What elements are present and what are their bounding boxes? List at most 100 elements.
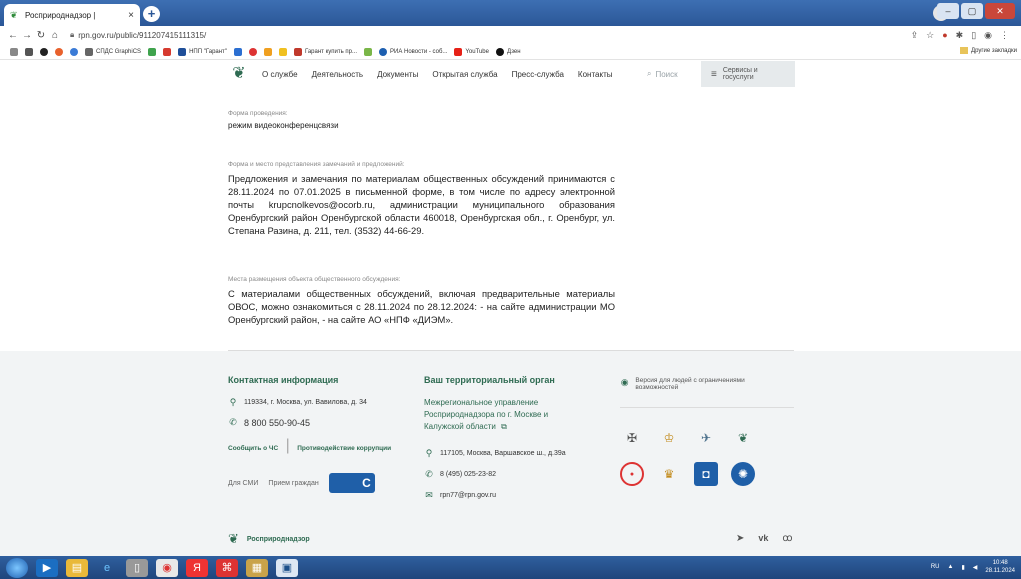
search-label: Поиск [655, 69, 678, 79]
bookmark-dzen[interactable]: Дзен [495, 47, 521, 56]
rpn-logo-icon[interactable]: ❦ [228, 64, 250, 84]
url-text: rpn.gov.ru/public/911207415111315/ [78, 30, 207, 40]
address-bar: ← → ↻ ⌂ 🔒︎ rpn.gov.ru/public/91120741511… [0, 26, 1021, 44]
odnoklassniki-icon[interactable]: ꚙ [782, 533, 792, 544]
menu-item-activity[interactable]: Деятельность [312, 70, 364, 79]
territorial-org-link[interactable]: Межрегиональное управление Росприроднадз… [424, 397, 574, 433]
chrome-icon[interactable]: ◉ [156, 558, 178, 577]
media-link[interactable]: Для СМИ [228, 480, 258, 487]
territorial-email[interactable]: ✉ rpn77@rpn.gov.ru [424, 490, 496, 501]
telegram-icon[interactable]: ➤ [736, 533, 744, 544]
minimize-icon[interactable]: – [937, 3, 959, 19]
menu-item-about[interactable]: О службе [262, 70, 298, 79]
yandex-icon[interactable]: Я [186, 558, 208, 577]
tab-close-icon[interactable]: × [128, 10, 134, 21]
media-player-icon[interactable]: ▶ [36, 558, 58, 577]
ie-browser-icon[interactable]: e [96, 559, 118, 577]
documents-icon[interactable]: ▦ [246, 558, 268, 577]
eco-emblem-icon[interactable]: ❦ [731, 426, 755, 450]
profile-icon[interactable]: ◉ [984, 30, 992, 41]
explorer-folder-icon[interactable]: ▤ [66, 558, 88, 577]
network-icon[interactable]: ▮ [961, 564, 964, 571]
search-button[interactable]: ⌕ Поиск [647, 69, 678, 79]
footer-brand[interactable]: ❦ Росприроднадзор [228, 531, 310, 547]
sidepanel-icon[interactable]: ▯ [971, 30, 976, 41]
bookmark-icon[interactable] [163, 47, 172, 56]
services-button[interactable]: ≡ Сервисы и госуслуги [701, 61, 795, 87]
accessibility-link[interactable]: ◉ Версия для людей с ограничениями возмо… [620, 377, 780, 391]
menu-item-documents[interactable]: Документы [377, 70, 418, 79]
volume-icon[interactable]: ◀ [973, 564, 978, 571]
services-label: Сервисы и госуслуги [722, 67, 758, 81]
section-materials: Места размещения объекта общественного о… [228, 276, 615, 326]
apps-icon[interactable] [10, 47, 18, 56]
bookmark-icon[interactable] [70, 47, 78, 56]
tray-arrow-icon[interactable]: ▲ [948, 564, 954, 570]
territorial-phone[interactable]: ✆ 8 (495) 025-23-82 [424, 469, 496, 480]
back-arrow-icon[interactable]: ← [6, 30, 20, 41]
system-tray: RU ▲ ▮ ◀ 10:48 28.11.2024 [931, 559, 1015, 575]
bookmark-icon[interactable] [55, 47, 63, 56]
anticorruption-link[interactable]: Противодействие коррупции [297, 445, 391, 452]
bookmark-icon[interactable] [233, 47, 242, 56]
windows-taskbar: ▶ ▤ e ▯ ◉ Я ⌘ ▦ ▣ RU ▲ ▮ ◀ 10:48 28.11.2… [0, 556, 1021, 579]
hamburger-icon: ≡ [711, 68, 717, 80]
vk-icon[interactable]: vk [758, 533, 768, 544]
bookmark-icon[interactable] [40, 47, 48, 56]
bookmark-youtube[interactable]: YouTube [454, 47, 489, 56]
winged-emblem-icon[interactable]: ✈ [694, 426, 718, 450]
bookmark-icon[interactable] [278, 47, 287, 56]
url-field[interactable]: 🔒︎ rpn.gov.ru/public/911207415111315/ [70, 30, 206, 40]
bookmark-garant-buy[interactable]: Гарант купить пр... [293, 47, 357, 56]
bookmark-icon[interactable] [263, 47, 272, 56]
menu-dots-icon[interactable]: ⋮ [1000, 30, 1009, 41]
new-tab-button[interactable]: + [143, 6, 160, 22]
field-value: Предложения и замечания по материалам об… [228, 173, 615, 236]
gosuslugi-badge-icon[interactable]: C [328, 473, 375, 493]
public-control-icon[interactable]: ● [620, 462, 644, 486]
file-icon[interactable]: ▯ [126, 558, 148, 577]
atom-icon[interactable]: ✺ [731, 462, 755, 486]
bookmark-garant[interactable]: НПП "Гарант" [178, 47, 227, 56]
bookmark-spds[interactable]: СПДС GraphiCS [85, 47, 141, 56]
eagle-emblem-icon[interactable]: ✠ [620, 426, 644, 450]
share-icon[interactable]: ⇪ [911, 30, 919, 41]
menu-item-open-service[interactable]: Открытая служба [432, 70, 497, 79]
regional-emblem-icon[interactable]: ♛ [657, 462, 681, 486]
browser-tab[interactable]: ❦ Росприроднадзор | × [4, 4, 140, 26]
window-close-icon[interactable]: ✕ [985, 3, 1015, 19]
star-icon[interactable]: ☆ [926, 30, 934, 41]
home-icon[interactable]: ⌂ [48, 30, 62, 41]
reception-link[interactable]: Прием граждан [268, 480, 318, 487]
footer-phone[interactable]: ✆ 8 800 550-90-45 [228, 417, 310, 428]
coat-of-arms-icon[interactable]: ♔ [657, 426, 681, 450]
footer-links: Сообщить о ЧС | Противодействие коррупци… [228, 437, 391, 455]
bookmark-icon[interactable] [148, 47, 157, 56]
bookmark-ria[interactable]: РИА Новости - соб... [379, 47, 447, 56]
report-emergency-link[interactable]: Сообщить о ЧС [228, 445, 278, 452]
forward-arrow-icon[interactable]: → [20, 30, 34, 41]
acrobat-icon[interactable]: ⌘ [216, 558, 238, 577]
site-footer: Контактная информация ⚲ 119334, г. Москв… [0, 351, 1021, 556]
footer-divider [620, 407, 794, 408]
field-value: С материалами общественных обсуждений, в… [228, 288, 615, 325]
shield-icon[interactable]: ◘ [694, 462, 718, 486]
window-app-icon[interactable]: ▣ [276, 558, 298, 577]
language-indicator[interactable]: RU [931, 564, 940, 570]
bookmark-icon[interactable] [25, 47, 33, 56]
bookmark-icon[interactable] [364, 47, 373, 56]
clock[interactable]: 10:48 28.11.2024 [985, 559, 1015, 575]
reload-icon[interactable]: ↻ [34, 30, 48, 41]
menu-item-contacts[interactable]: Контакты [578, 70, 613, 79]
address-bar-actions: ⇪ ☆ ● ✱ ▯ ◉ ⋮ [911, 30, 1021, 41]
bookmark-icon[interactable] [248, 47, 257, 56]
bookmark-label: НПП "Гарант" [189, 48, 227, 55]
start-button[interactable] [6, 557, 28, 578]
clock-date: 28.11.2024 [985, 568, 1015, 574]
maximize-icon[interactable]: ▢ [961, 3, 983, 19]
puzzle-icon[interactable]: ✱ [956, 30, 964, 41]
extension-icon[interactable]: ● [942, 30, 947, 41]
other-bookmarks[interactable]: Другие закладки [960, 47, 1017, 54]
territorial-address-text: 117105, Москва, Варшавское ш., д.39а [440, 450, 566, 457]
menu-item-press[interactable]: Пресс-служба [512, 70, 564, 79]
